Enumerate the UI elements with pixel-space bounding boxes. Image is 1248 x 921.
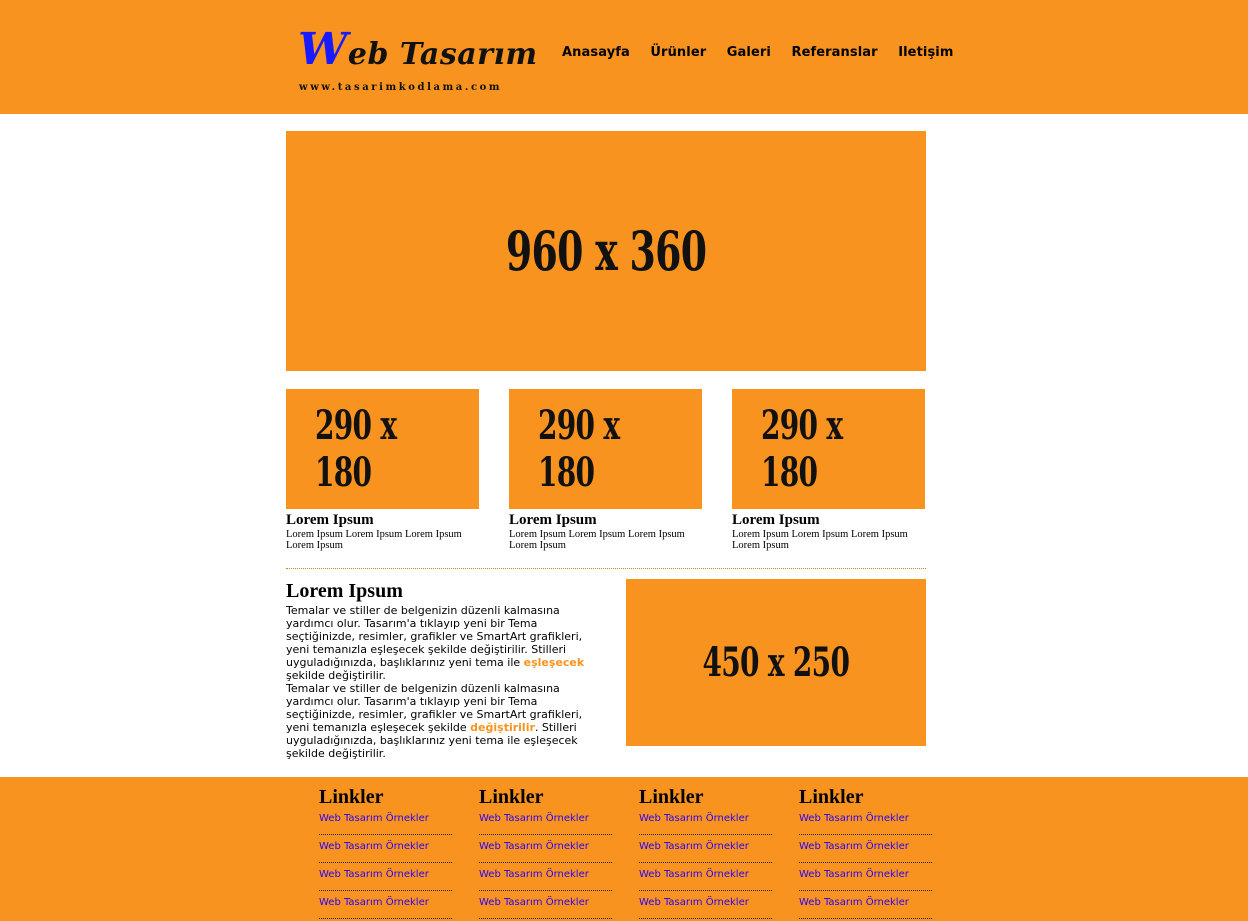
section-image-placeholder: 450 x 250 — [626, 579, 926, 746]
site-header: Web Tasarım www.tasarimkodlama.com Anasa… — [0, 0, 1248, 114]
footer-link[interactable]: Web Tasarım Örnekler — [799, 809, 932, 835]
nav-gallery[interactable]: Galeri — [727, 45, 771, 60]
footer-link[interactable]: Web Tasarım Örnekler — [479, 893, 612, 919]
footer-link[interactable]: Web Tasarım Örnekler — [799, 865, 932, 891]
card-text: Lorem Ipsum Lorem Ipsum Lorem Ipsum Lore… — [509, 529, 685, 551]
footer-link[interactable]: Web Tasarım Örnekler — [639, 837, 772, 863]
footer-column: Linkler Web Tasarım Örnekler Web Tasarım… — [319, 785, 452, 919]
card-title: Lorem Ipsum — [732, 512, 820, 528]
highlight-word: eşleşecek — [523, 656, 585, 669]
footer-link[interactable]: Web Tasarım Örnekler — [799, 893, 932, 919]
footer-link[interactable]: Web Tasarım Örnekler — [319, 837, 452, 863]
card-text: Lorem Ipsum Lorem Ipsum Lorem Ipsum Lore… — [732, 529, 908, 551]
card-image-placeholder: 290 x 180 — [732, 389, 925, 509]
section-divider — [286, 568, 926, 569]
nav-contact[interactable]: Iletişim — [898, 45, 953, 60]
footer-link[interactable]: Web Tasarım Örnekler — [319, 893, 452, 919]
footer-link[interactable]: Web Tasarım Örnekler — [639, 865, 772, 891]
footer-link[interactable]: Web Tasarım Örnekler — [319, 865, 452, 891]
card-image-label: 290 x 180 — [760, 402, 843, 496]
hero-image-label: 960 x 360 — [505, 219, 707, 283]
card-image-label: 290 x 180 — [314, 402, 397, 496]
hero-image-placeholder: 960 x 360 — [286, 131, 926, 371]
footer-link[interactable]: Web Tasarım Örnekler — [639, 893, 772, 919]
card-text: Lorem Ipsum Lorem Ipsum Lorem Ipsum Lore… — [286, 529, 462, 551]
footer-link[interactable]: Web Tasarım Örnekler — [319, 809, 452, 835]
site-footer: Linkler Web Tasarım Örnekler Web Tasarım… — [0, 777, 1248, 921]
section-image-label: 450 x 250 — [702, 639, 850, 686]
nav-references[interactable]: Referanslar — [791, 45, 877, 60]
logo-text: Web Tasarım — [298, 28, 537, 77]
footer-column: Linkler Web Tasarım Örnekler Web Tasarım… — [799, 785, 932, 919]
footer-column-title: Linkler — [639, 786, 704, 808]
footer-link[interactable]: Web Tasarım Örnekler — [639, 809, 772, 835]
logo-url: www.tasarimkodlama.com — [299, 82, 503, 93]
footer-link[interactable]: Web Tasarım Örnekler — [479, 809, 612, 835]
footer-link[interactable]: Web Tasarım Örnekler — [799, 837, 932, 863]
main-nav: Anasayfa Ürünler Galeri Referanslar Ilet… — [562, 45, 974, 60]
section-text: Temalar ve stiller de belgenizin düzenli… — [286, 604, 586, 760]
site-logo[interactable]: Web Tasarım www.tasarimkodlama.com — [298, 28, 537, 94]
footer-link[interactable]: Web Tasarım Örnekler — [479, 837, 612, 863]
footer-link[interactable]: Web Tasarım Örnekler — [479, 865, 612, 891]
highlight-word: değiştirilir — [470, 721, 535, 734]
logo-rest: eb Tasarım — [347, 37, 538, 72]
card-image-label: 290 x 180 — [537, 402, 620, 496]
card-image-placeholder: 290 x 180 — [509, 389, 702, 509]
section-title: Lorem Ipsum — [286, 580, 403, 602]
footer-column: Linkler Web Tasarım Örnekler Web Tasarım… — [479, 785, 612, 919]
footer-column-title: Linkler — [799, 786, 864, 808]
footer-column-title: Linkler — [319, 786, 384, 808]
nav-home[interactable]: Anasayfa — [562, 45, 630, 60]
footer-column-title: Linkler — [479, 786, 544, 808]
card-title: Lorem Ipsum — [286, 512, 374, 528]
paragraph-text: şekilde değiştirilir. — [286, 669, 386, 682]
card-title: Lorem Ipsum — [509, 512, 597, 528]
card-image-placeholder: 290 x 180 — [286, 389, 479, 509]
footer-column: Linkler Web Tasarım Örnekler Web Tasarım… — [639, 785, 772, 919]
logo-initial: W — [298, 24, 348, 75]
nav-products[interactable]: Ürünler — [650, 45, 706, 60]
